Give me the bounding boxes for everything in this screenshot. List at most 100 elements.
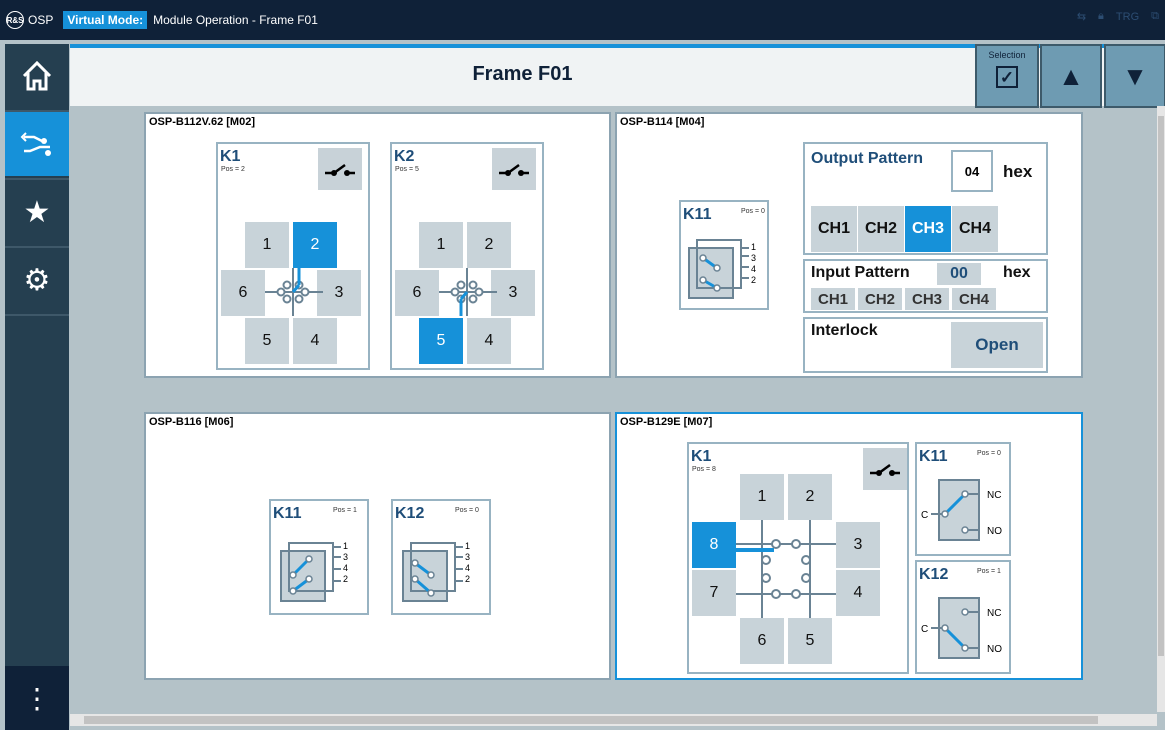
- port-cell[interactable]: 6: [740, 618, 784, 664]
- sidebar: ★ ⚙ ⋮: [5, 44, 69, 730]
- output-channel[interactable]: CH2: [858, 206, 904, 252]
- interlock-title: Interlock: [811, 322, 878, 339]
- relay-k11[interactable]: K11 Pos = 1 1 3 4 2: [269, 499, 369, 615]
- relay-k11[interactable]: K11 Pos = 0 C NC NO: [915, 442, 1011, 556]
- spdt-switch-diagram: [931, 597, 980, 659]
- port-cell[interactable]: 5: [788, 618, 832, 664]
- virtual-mode-badge: Virtual Mode:: [63, 11, 148, 29]
- switch-open-icon[interactable]: [492, 148, 536, 190]
- port-cell[interactable]: 4: [293, 318, 337, 364]
- star-icon[interactable]: ★: [5, 180, 69, 244]
- module-m02[interactable]: OSP-B112V.62 [M02] K1 Pos = 2 1 2 6 3 5 …: [144, 112, 611, 378]
- switch-open-icon[interactable]: [863, 448, 907, 490]
- selection-button[interactable]: Selection ✓: [975, 44, 1039, 108]
- port-labels: 1 3 4 2: [751, 242, 756, 286]
- port-cell[interactable]: 6: [395, 270, 439, 316]
- rotary-switch-diagram: [736, 520, 836, 618]
- output-channel[interactable]: CH4: [952, 206, 998, 252]
- rotary-switch-diagram: [439, 268, 497, 316]
- relay-name: K1: [220, 148, 241, 165]
- port-label: 4: [751, 264, 757, 274]
- port-label: 1: [343, 541, 349, 551]
- relay-k12[interactable]: K12 Pos = 1 C NC NO: [915, 560, 1011, 674]
- relay-name: K1: [691, 448, 712, 465]
- port-cell[interactable]: 1: [419, 222, 463, 268]
- relay-k12[interactable]: K12 Pos = 0 1 3 4 2: [391, 499, 491, 615]
- output-pattern-input[interactable]: 04: [951, 150, 993, 192]
- sync-arrows-icon: ⇆: [1076, 11, 1087, 23]
- scrollbar-thumb[interactable]: [84, 716, 1098, 724]
- trg-label: TRG: [1115, 10, 1140, 23]
- title-bar: R&S OSP Virtual Mode: Module Operation -…: [0, 0, 1165, 40]
- relay-position: Pos = 0: [455, 507, 479, 514]
- module-title: OSP-B116 [M06]: [149, 416, 234, 428]
- home-icon[interactable]: [5, 44, 69, 108]
- port-label: 3: [465, 552, 471, 562]
- spdt-switch-diagram: [931, 479, 980, 541]
- relay-k11[interactable]: K11 Pos = 0 1 3 4 2: [679, 200, 769, 310]
- port-cell-active[interactable]: 5: [419, 318, 463, 364]
- port-cell[interactable]: 1: [245, 222, 289, 268]
- switch-open-icon[interactable]: [318, 148, 362, 190]
- port-cell[interactable]: 6: [221, 270, 265, 316]
- relay-k1[interactable]: K1 Pos = 2 1 2 6 3 5 4: [216, 142, 370, 370]
- output-channel-active[interactable]: CH3: [905, 206, 951, 252]
- relay-position: Pos = 0: [741, 208, 765, 215]
- output-pattern-title: Output Pattern: [811, 150, 923, 167]
- port-cell[interactable]: 3: [491, 270, 535, 316]
- vertical-scrollbar[interactable]: [1157, 106, 1165, 712]
- scrollbar-thumb[interactable]: [1158, 116, 1164, 656]
- scroll-down-button[interactable]: ▼: [1104, 44, 1165, 108]
- port-nc-label: NC: [987, 490, 1002, 501]
- port-cell-active[interactable]: 8: [692, 522, 736, 568]
- port-cell[interactable]: 7: [692, 570, 736, 616]
- frame-header: Frame F01 Selection ✓ ▲ ▼: [70, 44, 1165, 108]
- switch-icon[interactable]: [5, 112, 69, 176]
- app-logo: R&S OSP: [6, 11, 53, 29]
- scroll-up-button[interactable]: ▲: [1040, 44, 1102, 108]
- port-cell[interactable]: 2: [788, 474, 832, 520]
- relay-position: Pos = 1: [333, 507, 357, 514]
- port-cell[interactable]: 3: [317, 270, 361, 316]
- more-icon[interactable]: ⋮: [5, 666, 69, 730]
- relay-name: K11: [919, 448, 948, 465]
- input-channel: CH2: [858, 288, 902, 310]
- relay-k2[interactable]: K2 Pos = 5 1 2 6 3 5 4: [390, 142, 544, 370]
- window-title: Module Operation - Frame F01: [153, 13, 318, 27]
- page-title: Frame F01: [472, 63, 573, 85]
- port-cell[interactable]: 5: [245, 318, 289, 364]
- rotary-switch-diagram: [265, 268, 323, 316]
- module-m04[interactable]: OSP-B114 [M04] K11 Pos = 0 1 3 4 2 Outpu…: [615, 112, 1083, 378]
- port-cell[interactable]: 3: [836, 522, 880, 568]
- sidebar-divider: [5, 314, 69, 316]
- gear-icon[interactable]: ⚙: [5, 248, 69, 312]
- port-c-label: C: [921, 510, 929, 521]
- port-label: 2: [343, 574, 349, 584]
- port-cell[interactable]: 1: [740, 474, 784, 520]
- port-cell-active[interactable]: 2: [293, 222, 337, 268]
- input-channel: CH4: [952, 288, 996, 310]
- module-title: OSP-B112V.62 [M02]: [149, 116, 255, 128]
- module-title: OSP-B114 [M04]: [620, 116, 705, 128]
- output-channel[interactable]: CH1: [811, 206, 857, 252]
- interlock-state: Open: [951, 322, 1043, 368]
- relay-name: K2: [394, 148, 415, 165]
- port-label: 2: [751, 275, 757, 285]
- port-cell[interactable]: 4: [467, 318, 511, 364]
- port-label: 3: [751, 253, 757, 263]
- output-hex-unit: hex: [1003, 162, 1033, 181]
- port-cell[interactable]: 2: [467, 222, 511, 268]
- module-title: OSP-B129E [M07]: [620, 416, 713, 428]
- title-bar-status: ⇆ 🔒︎ TRG ⧉: [1077, 10, 1159, 23]
- horizontal-scrollbar[interactable]: [70, 714, 1157, 726]
- relay-position: Pos = 0: [977, 450, 1001, 457]
- input-channel: CH3: [905, 288, 949, 310]
- relay-position: Pos = 8: [692, 466, 716, 473]
- input-pattern-title: Input Pattern: [811, 264, 910, 281]
- module-m06[interactable]: OSP-B116 [M06] K11 Pos = 1 1 3 4 2 K12 P…: [144, 412, 611, 680]
- app-logo-text: OSP: [28, 13, 54, 27]
- port-cell[interactable]: 4: [836, 570, 880, 616]
- relay-k1[interactable]: K1 Pos = 8 1 2 8 3 7 4 6 5: [687, 442, 909, 674]
- selection-label: Selection: [988, 50, 1026, 60]
- module-m07[interactable]: OSP-B129E [M07] K1 Pos = 8 1 2 8 3 7 4 6…: [615, 412, 1083, 680]
